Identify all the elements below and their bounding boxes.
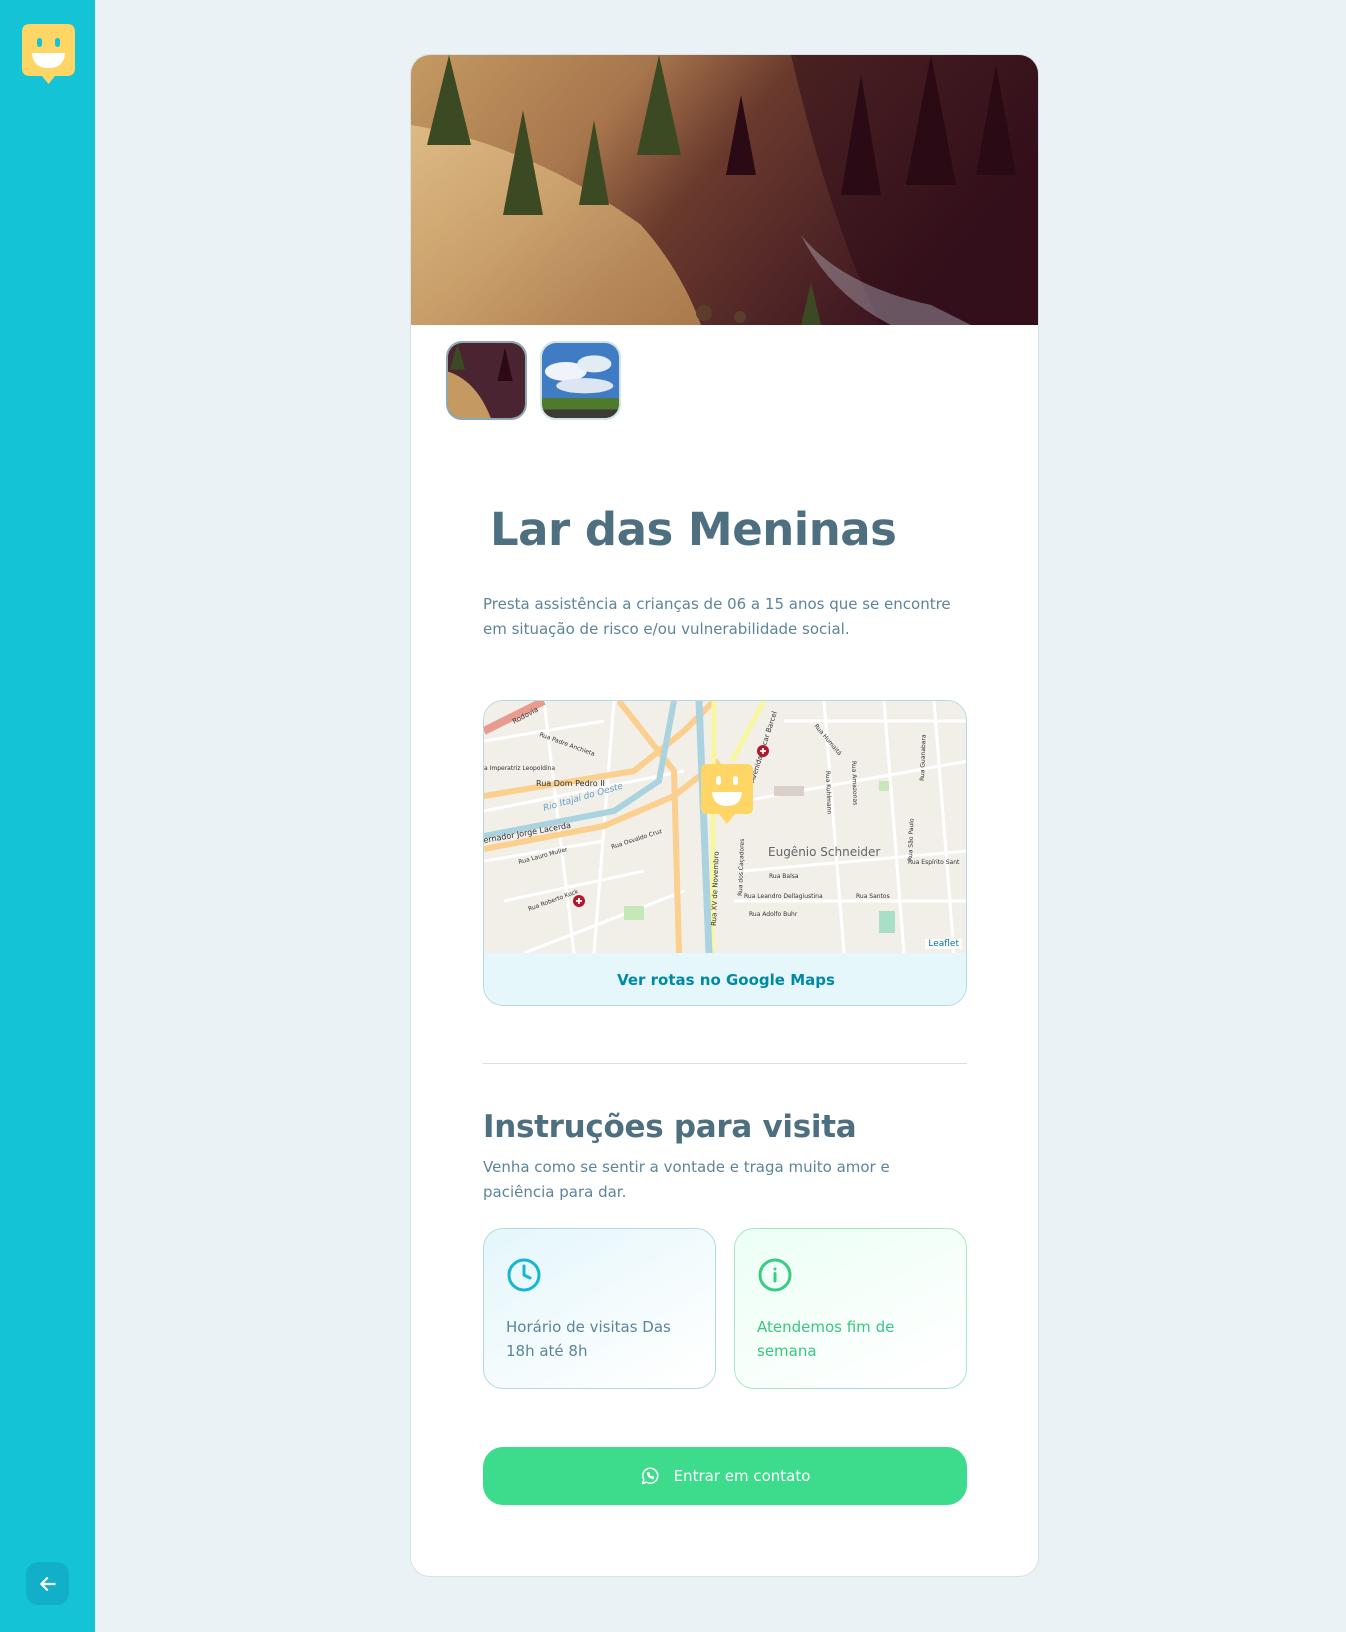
clock-icon xyxy=(507,1258,541,1292)
orphanage-details-card: Lar das Meninas Presta assistência a cri… xyxy=(410,54,1039,1577)
map-label-balsa: Rua Balsa xyxy=(769,873,799,880)
whatsapp-icon xyxy=(641,1467,659,1485)
orphanage-about: Presta assistência a crianças de 06 a 15… xyxy=(483,595,951,638)
thumbnail-hillside[interactable] xyxy=(446,341,527,420)
happy-marker-icon[interactable] xyxy=(22,24,75,86)
arrow-left-icon xyxy=(39,1576,56,1591)
map-label-santos: Rua Santos xyxy=(856,893,890,900)
contact-button[interactable]: Entrar em contato xyxy=(483,1447,967,1505)
instructions-text: Venha como se sentir a vontade e traga m… xyxy=(483,1158,890,1201)
location-map[interactable]: Rua Dom Pedro II a Imperatriz Leopoldina… xyxy=(484,701,967,953)
orphanage-name: Lar das Meninas xyxy=(490,503,897,556)
info-icon xyxy=(758,1258,792,1292)
thumbnail-hillside-image xyxy=(448,343,525,418)
map-label-espirito-santo: Rua Espírito Sant xyxy=(908,859,960,866)
map-label-leandro: Rua Leandro Dellagiustina xyxy=(744,893,823,900)
visiting-hours-box: Horário de visitas Das 18h até 8h xyxy=(483,1228,716,1389)
contact-button-label: Entrar em contato xyxy=(673,1467,811,1485)
divider xyxy=(483,1063,967,1064)
map-label-neighborhood: Eugênio Schneider xyxy=(768,845,880,859)
map-label-sao-paulo: Rua São Paulo xyxy=(907,818,915,861)
map-attribution[interactable]: Leaflet xyxy=(925,939,962,949)
google-maps-link[interactable]: Ver rotas no Google Maps xyxy=(484,953,966,1005)
map-label-adolfo: Rua Adolfo Buhr xyxy=(749,911,798,918)
instructions-title: Instruções para visita xyxy=(483,1109,857,1145)
weekend-text: Atendemos fim de semana xyxy=(757,1318,895,1360)
main-photo xyxy=(411,55,1038,325)
map-label-dom-pedro: Rua Dom Pedro II xyxy=(536,779,605,788)
visiting-hours-text: Horário de visitas Das 18h até 8h xyxy=(506,1318,671,1360)
map-container: Rua Dom Pedro II a Imperatriz Leopoldina… xyxy=(483,700,967,1006)
weekend-box: Atendemos fim de semana xyxy=(734,1228,967,1389)
map-label-imperatriz: a Imperatriz Leopoldina xyxy=(484,765,555,772)
back-button[interactable] xyxy=(26,1562,69,1605)
thumbnail-sky-field[interactable] xyxy=(540,341,621,420)
sidebar xyxy=(0,0,95,1632)
thumbnail-sky-field-image xyxy=(542,343,619,418)
